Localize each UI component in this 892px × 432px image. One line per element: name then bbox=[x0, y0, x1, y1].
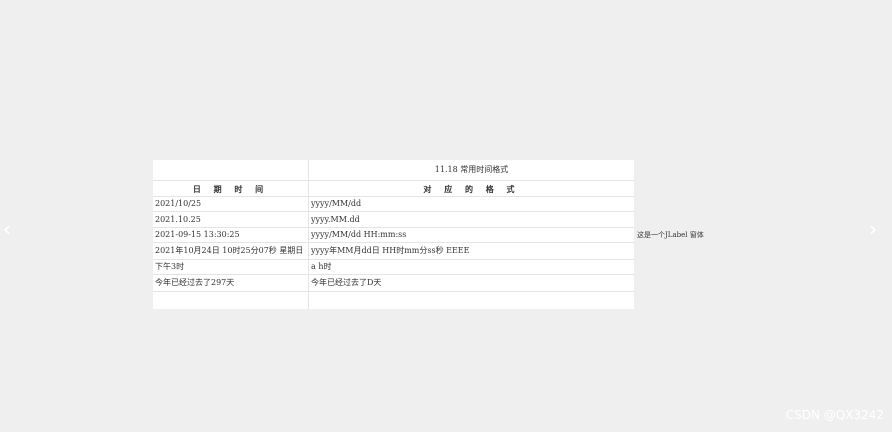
format-cell: yyyy年MM月dd日 HH时mm分ss秒 EEEE bbox=[308, 243, 634, 259]
datetime-cell: 2021/10/25 bbox=[155, 199, 202, 208]
table-row bbox=[153, 292, 634, 309]
table-row: 2021-09-15 13:30:25 yyyy/MM/dd HH:mm:ss bbox=[153, 228, 634, 243]
table-row: 今年已经过去了297天 今年已经过去了D天 bbox=[153, 275, 634, 292]
header-format: 对 应 的 格 式 bbox=[308, 181, 634, 196]
caption-empty-cell bbox=[153, 160, 308, 180]
jlabel-window-label: 这是一个JLabel 窗体 bbox=[637, 231, 704, 239]
table-row: 2021.10.25 yyyy.MM.dd bbox=[153, 212, 634, 228]
csdn-watermark: CSDN @QX3242 bbox=[785, 408, 884, 422]
table-caption: 11.18 常用时间格式 bbox=[308, 160, 634, 180]
table-caption-row: 11.18 常用时间格式 bbox=[153, 160, 634, 181]
date-format-table: 11.18 常用时间格式 日 期 时 间 对 应 的 格 式 2021/10/2… bbox=[153, 160, 634, 309]
format-cell bbox=[308, 292, 634, 309]
table-row: 2021年10月24日 10时25分07秒 星期日 yyyy年MM月dd日 HH… bbox=[153, 243, 634, 260]
format-cell: yyyy/MM/dd HH:mm:ss bbox=[308, 228, 634, 242]
header-datetime: 日 期 时 间 bbox=[192, 183, 269, 194]
next-arrow-icon[interactable]: › bbox=[866, 218, 880, 240]
format-cell: yyyy.MM.dd bbox=[308, 212, 634, 227]
table-header-row: 日 期 时 间 对 应 的 格 式 bbox=[153, 181, 634, 197]
datetime-cell: 今年已经过去了297天 bbox=[155, 278, 235, 287]
datetime-cell: 2021年10月24日 10时25分07秒 星期日 bbox=[155, 246, 304, 255]
format-cell: yyyy/MM/dd bbox=[308, 197, 634, 211]
datetime-cell: 下午3时 bbox=[155, 262, 185, 271]
format-cell: 今年已经过去了D天 bbox=[308, 275, 634, 291]
datetime-cell bbox=[153, 292, 308, 309]
datetime-cell: 2021.10.25 bbox=[155, 214, 201, 224]
table-row: 2021/10/25 yyyy/MM/dd bbox=[153, 197, 634, 212]
format-cell: a h时 bbox=[308, 260, 634, 274]
table-row: 下午3时 a h时 bbox=[153, 260, 634, 275]
previous-arrow-icon[interactable]: ‹ bbox=[0, 218, 14, 240]
datetime-cell: 2021-09-15 13:30:25 bbox=[155, 230, 240, 239]
